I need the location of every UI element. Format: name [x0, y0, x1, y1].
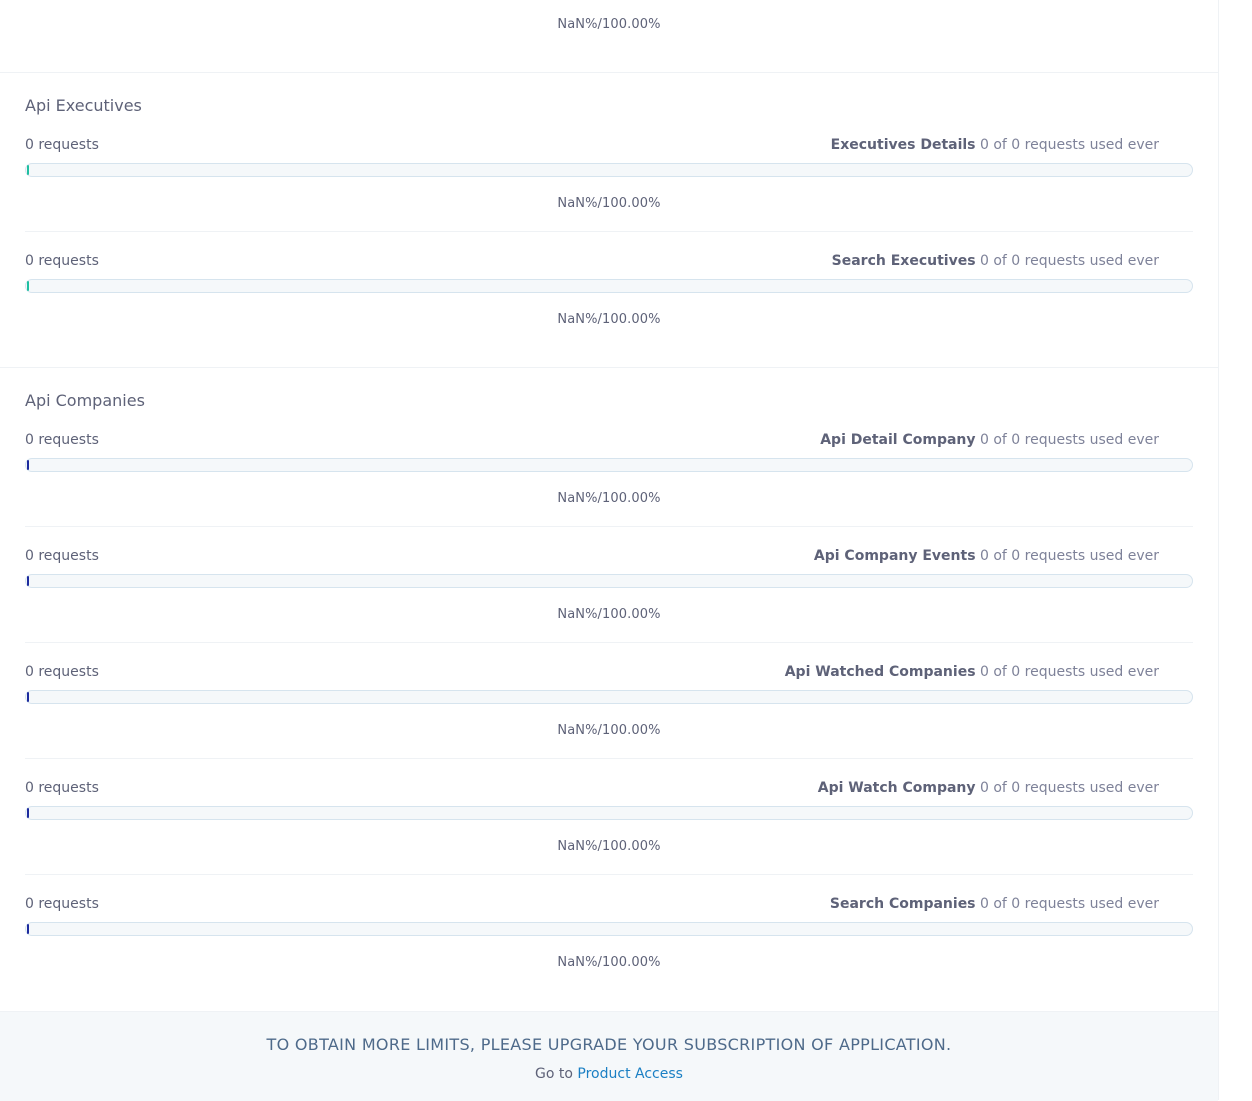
usage-label: Executives Details 0 of 0 requests used … — [831, 137, 1159, 153]
usage-progress-bar — [25, 279, 1193, 293]
upgrade-message: TO OBTAIN MORE LIMITS, PLEASE UPGRADE YO… — [266, 1035, 952, 1054]
page-gutter — [1219, 0, 1252, 1100]
usage-label: Search Executives 0 of 0 requests used e… — [832, 253, 1159, 269]
request-count: 0 requests — [25, 664, 99, 680]
usage-percent: NaN%/100.00% — [557, 955, 661, 970]
usage-percent: NaN%/100.00% — [557, 607, 661, 622]
usage-label: Search Companies 0 of 0 requests used ev… — [830, 896, 1159, 912]
request-count: 0 requests — [25, 896, 99, 912]
progress-fill — [27, 808, 29, 818]
progress-fill — [27, 924, 29, 934]
endpoint-name: Api Watch Company — [817, 780, 976, 796]
usage-text: 0 of 0 requests used ever — [979, 137, 1159, 153]
usage-text: 0 of 0 requests used ever — [979, 664, 1159, 680]
usage-percent: NaN%/100.00% — [557, 723, 661, 738]
goto-line: Go to Product Access — [0, 1066, 1218, 1082]
endpoint-name: Api Company Events — [813, 548, 976, 564]
usage-percent: NaN%/100.00% — [557, 312, 661, 327]
usage-label: Api Company Events 0 of 0 requests used … — [814, 548, 1159, 564]
usage-label: Api Detail Company 0 of 0 requests used … — [820, 432, 1159, 448]
request-count: 0 requests — [25, 253, 99, 269]
goto-prefix: Go to — [535, 1066, 573, 1082]
endpoint-name: Api Watched Companies — [784, 664, 976, 680]
usage-percent: NaN%/100.00% — [557, 17, 661, 32]
row-divider — [25, 758, 1193, 759]
usage-text: 0 of 0 requests used ever — [979, 548, 1159, 564]
request-count: 0 requests — [25, 137, 99, 153]
usage-text: 0 of 0 requests used ever — [979, 780, 1159, 796]
row-divider — [25, 526, 1193, 527]
request-count: 0 requests — [25, 432, 99, 448]
usage-progress-bar — [25, 574, 1193, 588]
usage-progress-bar — [25, 690, 1193, 704]
usage-percent: NaN%/100.00% — [557, 491, 661, 506]
usage-progress-bar — [25, 458, 1193, 472]
request-count: 0 requests — [25, 548, 99, 564]
usage-card: NaN%/100.00% Api Executives 0 requests E… — [0, 0, 1219, 1101]
usage-text: 0 of 0 requests used ever — [979, 253, 1159, 269]
progress-fill — [27, 281, 29, 291]
usage-progress-bar — [25, 163, 1193, 177]
row-divider — [25, 642, 1193, 643]
section-title-api-executives: Api Executives — [25, 96, 142, 115]
endpoint-name: Search Executives — [831, 253, 976, 269]
row-divider — [25, 874, 1193, 875]
usage-percent: NaN%/100.00% — [557, 839, 661, 854]
usage-label: Api Watched Companies 0 of 0 requests us… — [785, 664, 1159, 680]
progress-fill — [27, 165, 29, 175]
upgrade-footer: TO OBTAIN MORE LIMITS, PLEASE UPGRADE YO… — [0, 1011, 1218, 1101]
section-divider — [0, 72, 1218, 73]
section-title-api-companies: Api Companies — [25, 391, 145, 410]
progress-fill — [27, 460, 29, 470]
usage-progress-bar — [25, 806, 1193, 820]
row-divider — [25, 231, 1193, 232]
usage-text: 0 of 0 requests used ever — [979, 432, 1159, 448]
product-access-link[interactable]: Product Access — [577, 1066, 683, 1082]
section-divider — [0, 367, 1218, 368]
request-count: 0 requests — [25, 780, 99, 796]
usage-percent: NaN%/100.00% — [557, 196, 661, 211]
endpoint-name: Executives Details — [830, 137, 976, 153]
progress-fill — [27, 692, 29, 702]
endpoint-name: Search Companies — [829, 896, 976, 912]
usage-text: 0 of 0 requests used ever — [979, 896, 1159, 912]
progress-fill — [27, 576, 29, 586]
usage-label: Api Watch Company 0 of 0 requests used e… — [818, 780, 1159, 796]
usage-progress-bar — [25, 922, 1193, 936]
endpoint-name: Api Detail Company — [820, 432, 976, 448]
